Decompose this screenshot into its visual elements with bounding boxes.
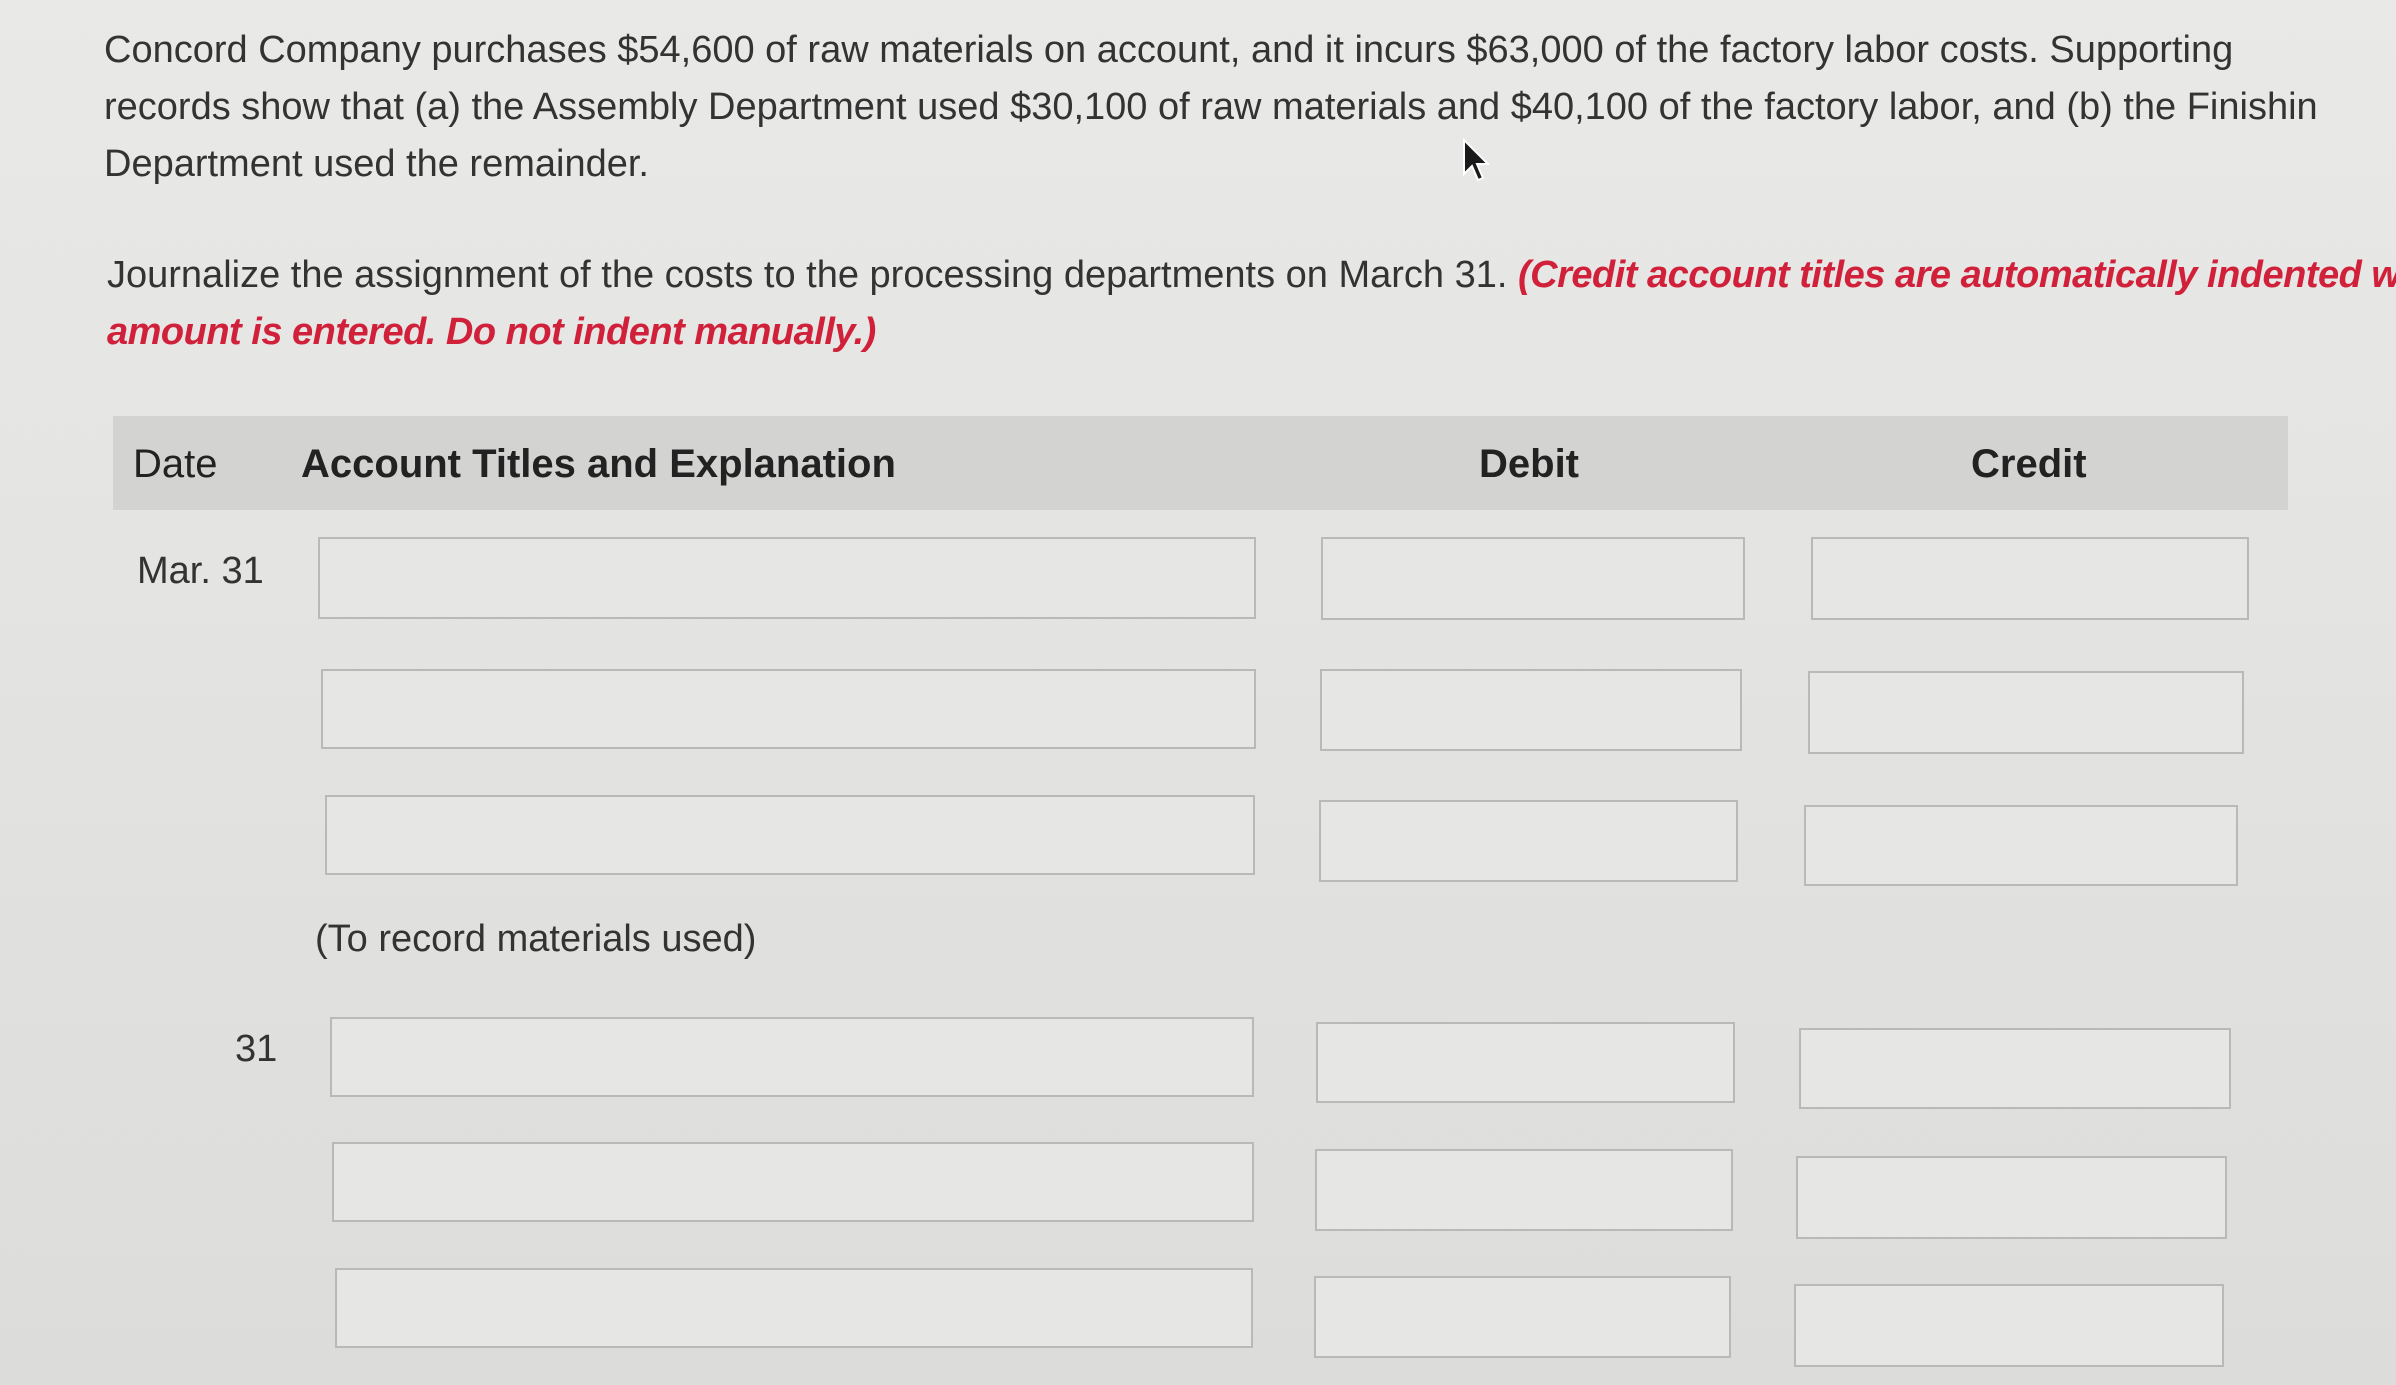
entry2-account-field-1[interactable] [330,1017,1254,1097]
instruction-text: Journalize the assignment of the costs t… [107,254,1518,296]
entry2-credit-field-1[interactable] [1799,1028,2231,1109]
mouse-pointer-icon [1462,137,1494,191]
entry2-debit-field-1[interactable] [1316,1022,1735,1103]
entry1-account-field-3[interactable] [325,795,1255,875]
header-debit: Debit [1479,442,1579,486]
entry2-debit-field-3[interactable] [1314,1276,1731,1358]
entry1-credit-field-3[interactable] [1804,805,2238,886]
entry2-date: 31 [235,1028,278,1070]
entry2-account-field-2[interactable] [332,1142,1254,1222]
problem-line-2: records show that (a) the Assembly Depar… [104,86,2318,128]
header-credit: Credit [1971,442,2087,486]
entry2-account-field-3[interactable] [335,1268,1253,1348]
entry1-debit-field-1[interactable] [1321,537,1745,620]
header-account-titles: Account Titles and Explanation [301,442,896,486]
entry1-account-field-2[interactable] [321,669,1256,749]
entry2-credit-field-3[interactable] [1794,1284,2224,1367]
entry1-credit-field-2[interactable] [1808,671,2244,754]
entry1-date: Mar. 31 [137,550,264,592]
entry1-credit-field-1[interactable] [1811,537,2249,620]
instruction: Journalize the assignment of the costs t… [107,247,2396,361]
entry1-account-field-1[interactable] [318,537,1256,619]
entry1-debit-field-2[interactable] [1320,669,1742,751]
entry1-memo: (To record materials used) [315,918,757,960]
problem-line-1: Concord Company purchases $54,600 of raw… [104,29,2234,71]
problem-line-3: Department used the remainder. [104,143,649,185]
header-date: Date [133,442,218,486]
problem-statement: Concord Company purchases $54,600 of raw… [104,22,2396,193]
entry2-debit-field-2[interactable] [1315,1149,1733,1231]
entry2-credit-field-2[interactable] [1796,1156,2227,1239]
entry1-debit-field-3[interactable] [1319,800,1738,882]
instruction-note-2: amount is entered. Do not indent manuall… [107,311,876,353]
instruction-note-1: (Credit account titles are automatically… [1518,254,2396,296]
journal-table-header: Date Account Titles and Explanation Debi… [113,416,2288,510]
